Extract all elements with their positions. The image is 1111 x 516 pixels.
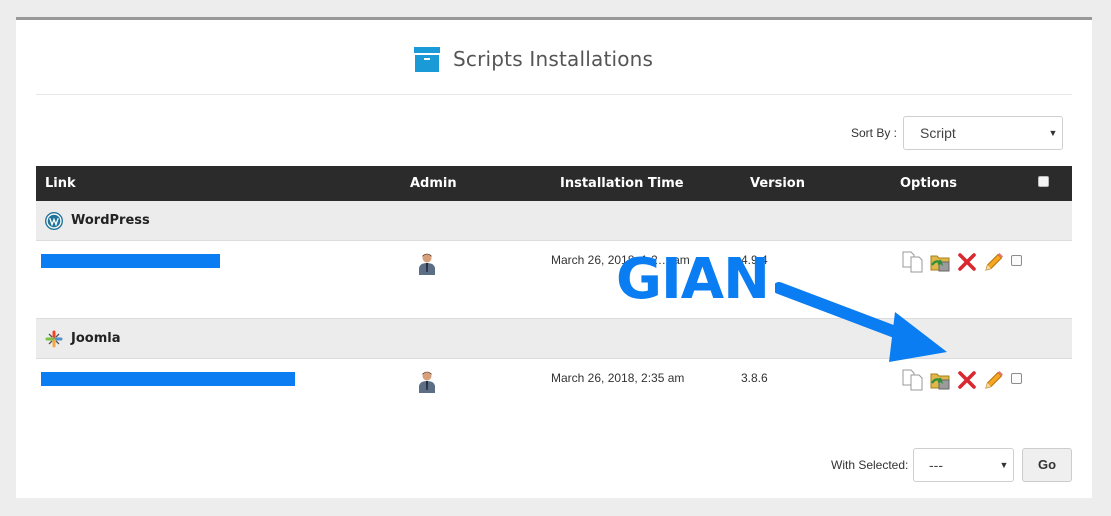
edit-icon[interactable]	[982, 368, 1006, 392]
archive-box-icon	[414, 47, 440, 72]
group-row-wordpress: WordPress	[36, 201, 1072, 241]
column-header-admin: Admin	[410, 176, 457, 191]
installation-link-redacted[interactable]	[41, 372, 295, 386]
group-name-joomla: Joomla	[71, 331, 121, 346]
column-header-link: Link	[45, 176, 76, 191]
edit-icon[interactable]	[982, 250, 1006, 274]
column-header-installation-time: Installation Time	[560, 176, 684, 191]
page-heading: Scripts Installations	[413, 45, 653, 73]
column-header-options: Options	[900, 176, 957, 191]
column-header-version: Version	[750, 176, 805, 191]
row-checkbox[interactable]	[1011, 373, 1022, 384]
table-row: March 26, 2018, 2:35 am 3.8.6	[36, 359, 1072, 437]
remove-icon[interactable]	[955, 368, 979, 392]
sort-by-select[interactable]: Script ▼	[903, 116, 1063, 150]
sort-by-value: Script	[920, 125, 956, 141]
installation-link-redacted[interactable]	[41, 254, 220, 268]
annotation-arrow-icon	[775, 282, 947, 362]
remove-icon[interactable]	[955, 250, 979, 274]
clone-icon[interactable]	[901, 250, 925, 274]
scripts-installations-panel: Scripts Installations Sort By : Script ▼…	[16, 17, 1092, 498]
installation-time: March 26, 2018, 2:35 am	[551, 371, 685, 385]
admin-user-icon[interactable]	[418, 252, 436, 276]
select-all-cell	[1010, 176, 1049, 191]
group-name-wordpress: WordPress	[71, 213, 150, 228]
table-header: Link Admin Installation Time Version Opt…	[36, 166, 1072, 201]
version: 3.8.6	[741, 371, 768, 385]
row-checkbox[interactable]	[1011, 255, 1022, 266]
backup-icon[interactable]	[928, 250, 952, 274]
backup-icon[interactable]	[928, 368, 952, 392]
joomla-icon	[45, 330, 63, 347]
sort-by-label: Sort By :	[851, 126, 898, 140]
heading-divider	[36, 94, 1072, 95]
with-selected-label: With Selected:	[831, 458, 909, 472]
watermark-text: GIAN	[616, 247, 770, 312]
clone-icon[interactable]	[901, 368, 925, 392]
chevron-down-icon: ▼	[999, 460, 1009, 470]
go-button[interactable]: Go	[1022, 448, 1072, 482]
wordpress-icon	[45, 211, 63, 230]
chevron-down-icon: ▼	[1048, 128, 1058, 138]
page-title: Scripts Installations	[453, 47, 654, 71]
bulk-action-select[interactable]: --- ▼	[913, 448, 1014, 482]
select-all-checkbox[interactable]	[1038, 176, 1049, 187]
admin-user-icon[interactable]	[418, 370, 436, 394]
bulk-action-value: ---	[929, 457, 943, 473]
